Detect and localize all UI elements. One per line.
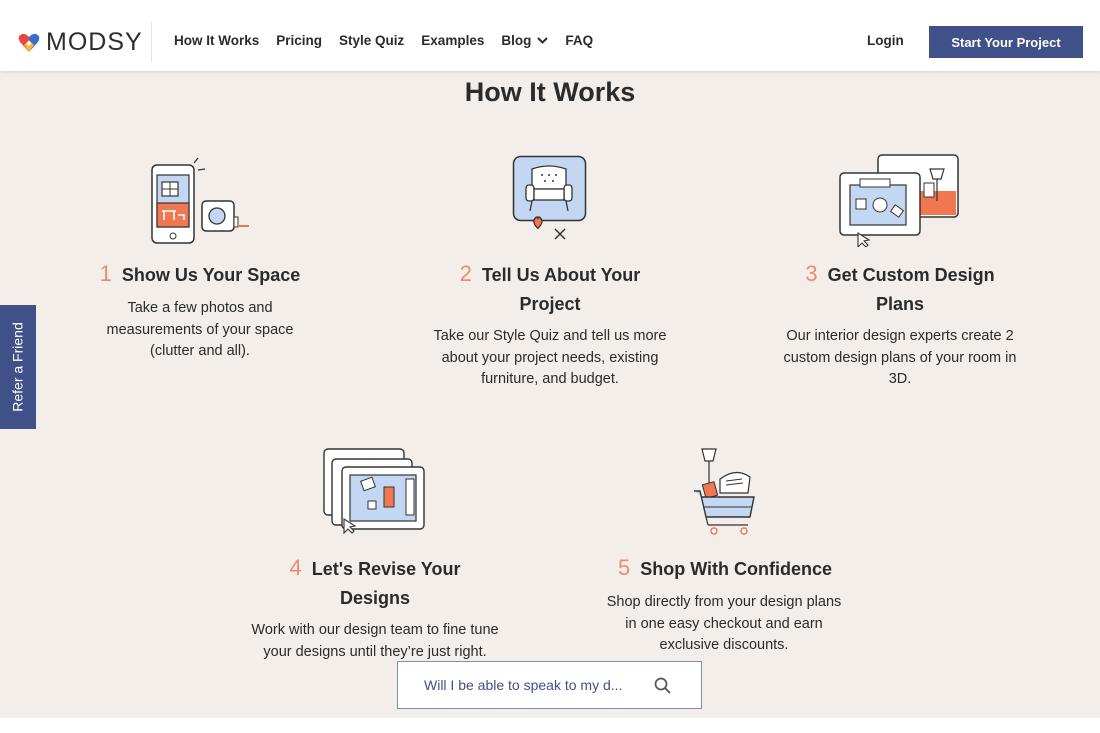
step-2-description: Take our Style Quiz and tell us more abo… — [433, 328, 667, 387]
step-title: Let's Revise Your Designs — [311, 559, 461, 608]
step-4-heading: 4 Let's Revise Your Designs — [255, 553, 495, 613]
site-header: MODSY How It Works Pricing Style Quiz Ex… — [0, 0, 1100, 71]
step-1-description: Take a few photos and measurements of yo… — [106, 300, 294, 359]
step-title: Tell Us About Your Project — [481, 265, 641, 314]
start-project-button[interactable]: Start Your Project — [929, 26, 1083, 58]
search-icon[interactable] — [654, 677, 671, 694]
modsy-logo[interactable]: MODSY — [18, 28, 143, 57]
logo-text: MODSY — [46, 28, 143, 56]
step-5-description: Shop directly from your design plans in … — [606, 594, 842, 653]
nav-pricing[interactable]: Pricing — [276, 33, 322, 48]
nav-style-quiz[interactable]: Style Quiz — [339, 33, 404, 48]
nav-label: Pricing — [276, 33, 323, 48]
step-number: 5 — [617, 555, 631, 580]
refer-label: Refer a Friend — [10, 322, 27, 412]
step-1-heading: 1 Show Us Your Space — [60, 259, 340, 290]
revise-designs-icon — [323, 448, 425, 535]
step-number: 2 — [459, 261, 472, 286]
nav-label: How It Works — [174, 33, 260, 48]
heart-logo-icon — [18, 33, 40, 52]
step-3-description: Our interior design experts create 2 cus… — [783, 328, 1017, 387]
shopping-cart-icon — [694, 448, 755, 535]
step-4-description: Work with our design team to fine tune y… — [251, 622, 499, 660]
faq-search-box[interactable]: Will I be able to speak to my d... — [397, 661, 702, 709]
login-link[interactable]: Login — [867, 33, 904, 48]
step-title: Show Us Your Space — [121, 265, 301, 285]
nav-how-it-works[interactable]: How It Works — [174, 33, 259, 48]
step-number: 1 — [99, 261, 112, 286]
nav-label: Examples — [421, 33, 485, 48]
nav-examples[interactable]: Examples — [421, 33, 484, 48]
nav-label: Blog — [501, 33, 532, 48]
step-2-heading: 2 Tell Us About Your Project — [430, 259, 670, 319]
how-it-works-section: How It Works 1 Show Us Your Space Take a … — [0, 71, 1100, 718]
step-title: Get Custom Design Plans — [827, 265, 995, 314]
page-title: How It Works — [464, 77, 636, 107]
step-5-heading: 5 Shop With Confidence — [600, 553, 850, 584]
step-3-heading: 3 Get Custom Design Plans — [780, 259, 1020, 319]
design-plans-icon — [839, 154, 959, 247]
step-number: 4 — [289, 555, 302, 580]
nav-blog[interactable]: Blog — [501, 33, 549, 48]
nav-label: Style Quiz — [339, 33, 405, 48]
nav-label: FAQ — [565, 33, 594, 48]
main-nav: How It Works Pricing Style Quiz Examples… — [174, 33, 610, 48]
nav-faq[interactable]: FAQ — [565, 33, 593, 48]
chevron-down-icon — [537, 37, 549, 44]
refer-a-friend-tab[interactable]: Refer a Friend — [0, 305, 36, 429]
armchair-quiz-icon — [512, 155, 587, 240]
phone-tape-measure-icon — [151, 157, 249, 244]
step-title: Shop With Confidence — [640, 559, 833, 579]
step-number: 3 — [805, 261, 818, 286]
header-divider — [151, 22, 152, 62]
search-input[interactable]: Will I be able to speak to my d... — [424, 677, 622, 693]
